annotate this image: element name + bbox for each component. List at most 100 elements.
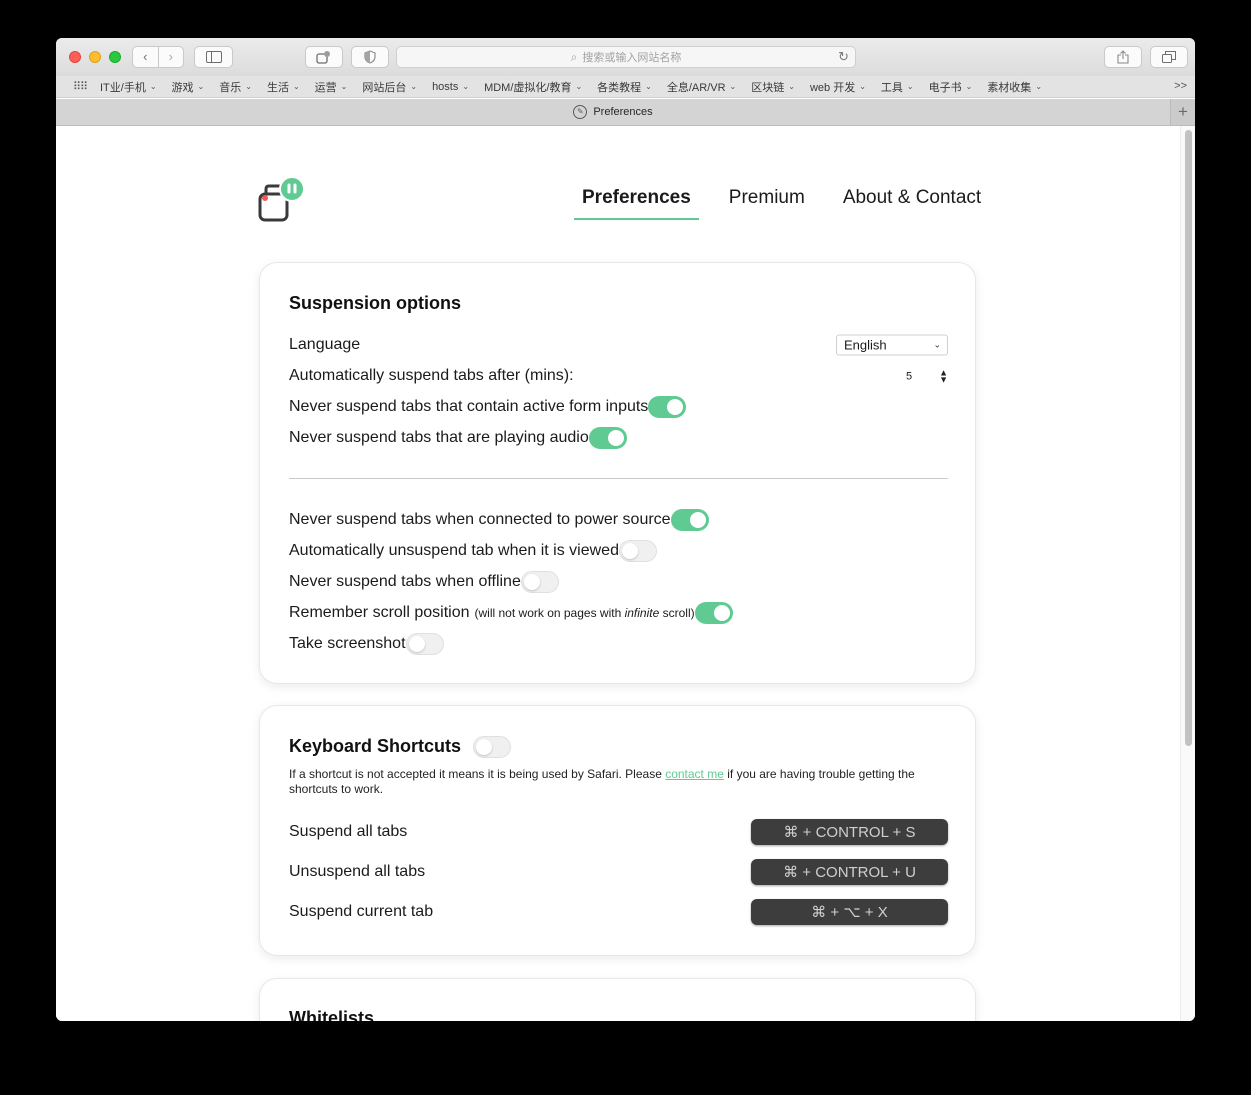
stepper-arrows-icon[interactable]: ▲ ▼ [939, 368, 948, 384]
browser-toolbar: ‹ › ⌕ 搜索或输入网站名称 ↻ [56, 38, 1195, 76]
suspend-all-row: Suspend all tabs ⌘ + CONTROL + S [289, 819, 948, 845]
minimize-window-button[interactable] [89, 51, 101, 63]
address-placeholder: 搜索或输入网站名称 [582, 52, 682, 64]
bookmark-folder[interactable]: 区块链 ⌄ [751, 79, 795, 95]
auto-suspend-label: Automatically suspend tabs after (mins): [289, 367, 574, 384]
scroll-label: Remember scroll position [289, 604, 470, 621]
new-tab-button[interactable]: + [1170, 99, 1195, 125]
suspend-all-shortcut-button[interactable]: ⌘ + CONTROL + S [751, 819, 948, 845]
bookmark-label: 生活 [266, 81, 289, 94]
forward-icon[interactable]: › [157, 47, 184, 67]
bookmark-folder[interactable]: MDM/虚拟化/教育 ⌄ [484, 79, 582, 95]
bookmark-folder[interactable]: 生活 ⌄ [267, 79, 300, 95]
tab-preferences[interactable]: ✎ Preferences [56, 99, 1170, 125]
chevron-down-icon: ⌄ [729, 82, 737, 91]
unsuspend-viewed-row: Automatically unsuspend tab when it is v… [289, 540, 948, 562]
bookmark-folder[interactable]: 工具 ⌄ [881, 79, 914, 95]
bookmark-folder[interactable]: hosts ⌄ [432, 81, 469, 93]
language-select[interactable]: English ⌄ [836, 334, 948, 356]
screenshot-toggle[interactable] [405, 633, 444, 655]
tab-title: Preferences [593, 106, 653, 118]
chevron-down-icon: ⌄ [575, 82, 583, 91]
tab-about-nav[interactable]: About & Contact [835, 187, 989, 220]
auto-suspend-stepper[interactable]: 5 ▲ ▼ [898, 366, 948, 387]
unsuspend-viewed-toggle[interactable] [618, 540, 657, 562]
auto-suspend-row: Automatically suspend tabs after (mins):… [289, 365, 948, 387]
unsuspend-all-label: Unsuspend all tabs [289, 863, 426, 880]
share-button[interactable] [1104, 46, 1142, 68]
audio-toggle[interactable] [588, 427, 627, 449]
tab-preferences-nav[interactable]: Preferences [574, 187, 699, 220]
extension-icon [316, 51, 330, 64]
grid-icon[interactable]: ⠿⠿ [73, 80, 88, 93]
sidebar-icon [205, 51, 222, 63]
bookmark-folder[interactable]: 各类教程 ⌄ [597, 79, 652, 95]
offline-toggle[interactable] [520, 571, 559, 593]
bookmark-folder[interactable]: 素材收集 ⌄ [987, 79, 1042, 95]
zoom-window-button[interactable] [109, 51, 121, 63]
bookmark-label: 各类教程 [597, 81, 642, 94]
chevron-down-icon: ⌄ [149, 82, 157, 91]
chevron-down-icon: ⌄ [933, 339, 941, 350]
sidebar-toggle-button[interactable] [194, 46, 233, 68]
close-window-button[interactable] [69, 51, 81, 63]
offline-row: Never suspend tabs when offline [289, 571, 948, 593]
unsuspend-all-shortcut-button[interactable]: ⌘ + CONTROL + U [751, 859, 948, 885]
bookmark-folder[interactable]: 电子书 ⌄ [929, 79, 973, 95]
whitelists-card: Whitelists [259, 978, 976, 1021]
logo-icon [258, 176, 305, 222]
audio-row: Never suspend tabs that are playing audi… [289, 427, 948, 449]
suspend-current-row: Suspend current tab ⌘ + ⌥ + X [289, 899, 948, 925]
bookmark-folder[interactable]: web 开发 ⌄ [810, 79, 866, 95]
vertical-scrollbar[interactable] [1180, 126, 1195, 1021]
audio-label: Never suspend tabs that are playing audi… [289, 429, 589, 446]
address-bar[interactable]: ⌕ 搜索或输入网站名称 ↻ [396, 46, 856, 68]
keyboard-shortcuts-toggle[interactable] [473, 736, 511, 758]
chevron-down-icon: ⌄ [645, 82, 652, 91]
back-forward-group: ‹ › [132, 46, 184, 68]
language-value: English [844, 337, 887, 353]
chevron-down-icon: ⌄ [410, 82, 418, 91]
bookmark-folder[interactable]: 游戏 ⌄ [172, 79, 205, 95]
suspend-current-label: Suspend current tab [289, 903, 434, 920]
reload-icon[interactable]: ↻ [838, 49, 849, 65]
chevron-down-icon: ⌄ [965, 82, 973, 91]
privacy-shield-button[interactable] [351, 46, 389, 68]
bookmark-folder[interactable]: 全息/AR/VR ⌄ [667, 79, 736, 95]
bookmark-folder[interactable]: 运营 ⌄ [315, 79, 348, 95]
power-toggle[interactable] [670, 509, 709, 531]
scrollbar-thumb[interactable] [1185, 130, 1192, 746]
language-row: Language English ⌄ [289, 334, 948, 356]
suspend-all-label: Suspend all tabs [289, 823, 408, 840]
tab-overview-icon [1162, 51, 1176, 63]
suspend-current-shortcut-button[interactable]: ⌘ + ⌥ + X [751, 899, 948, 925]
bookmark-folder[interactable]: 音乐 ⌄ [219, 79, 252, 95]
tab-overview-button[interactable] [1150, 46, 1188, 68]
bookmark-label: 全息/AR/VR [666, 81, 726, 94]
bookmark-label: 游戏 [171, 81, 194, 94]
form-inputs-toggle[interactable] [648, 396, 687, 418]
bookmark-folder[interactable]: 网站后台 ⌄ [362, 79, 417, 95]
bookmark-label: 素材收集 [987, 81, 1032, 94]
contact-link[interactable]: contact me [665, 767, 724, 781]
bookmark-label: IT业/手机 [100, 81, 146, 94]
chevron-down-icon: ⌄ [859, 82, 866, 91]
offline-label: Never suspend tabs when offline [289, 573, 521, 590]
unsuspend-viewed-label: Automatically unsuspend tab when it is v… [289, 542, 619, 559]
bookmark-label: 电子书 [928, 81, 962, 94]
form-inputs-label: Never suspend tabs that contain active f… [289, 398, 649, 415]
section-title: Suspension options [289, 293, 462, 313]
share-icon [1117, 50, 1129, 64]
back-icon[interactable]: ‹ [133, 47, 158, 67]
chevron-down-icon: ⌄ [245, 82, 252, 91]
unsuspend-all-row: Unsuspend all tabs ⌘ + CONTROL + U [289, 859, 948, 885]
scroll-toggle[interactable] [694, 602, 733, 624]
tab-premium-nav[interactable]: Premium [721, 187, 813, 220]
bookmark-label: 音乐 [219, 81, 242, 94]
chevron-down-icon: ⌄ [292, 82, 300, 91]
bookmark-folder[interactable]: IT业/手机 ⌄ [100, 79, 157, 95]
keyboard-description: If a shortcut is not accepted it means i… [289, 767, 915, 796]
extension-button[interactable] [305, 46, 343, 68]
bookmarks-overflow-icon[interactable]: >> [1174, 80, 1187, 92]
browser-window: ‹ › ⌕ 搜索或输入网站名称 ↻ ⠿⠿ IT业/手机 ⌄ 游戏 ⌄ 音乐 ⌄ 生活 ⌄ [56, 38, 1195, 1021]
